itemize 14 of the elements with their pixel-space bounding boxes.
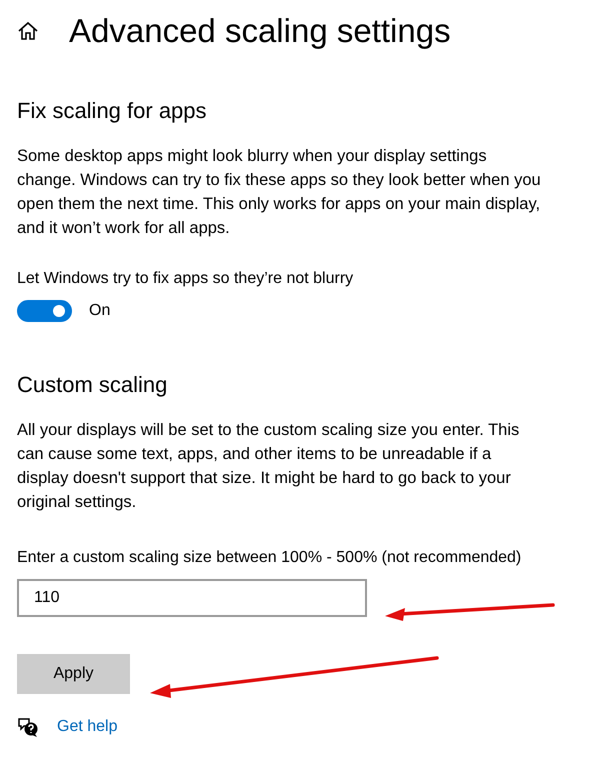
page-title: Advanced scaling settings [69,11,451,51]
toggle-state: On [89,302,110,320]
section-heading: Fix scaling for apps [17,97,208,125]
section-heading: Custom scaling [17,371,168,399]
scaling-input-field[interactable]: 110 [17,579,367,617]
toggle-switch[interactable] [17,300,72,322]
section-description: All your displays will be set to the custom scaling size you enter. This can cause some text, apps, and other items to be unreadable if a display doesn't support that size. It might be hard to go back to your original settings. [17,420,520,513]
field-label: Enter a custom scaling size between 100% - 500% (not recommended) [17,548,522,568]
apply-button[interactable]: Apply [17,654,130,694]
home-icon[interactable] [17,20,39,42]
section-description: Some desktop apps might look blurry when your display settings change. Windows can try to fix these apps so they look better when you open them the next time. This only works for apps on your main display, and it won’t work for all apps. [17,146,542,239]
get-help-link[interactable]: Get help [57,718,118,736]
help-chat-icon [17,716,39,738]
toggle-label: Let Windows try to fix apps so they’re not blurry [17,269,354,289]
